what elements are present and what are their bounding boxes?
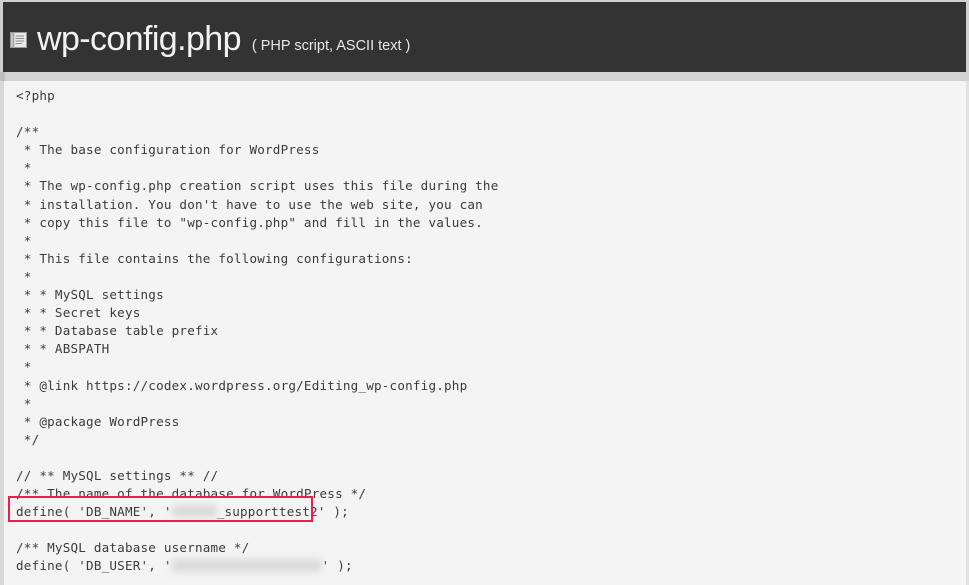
code-line: /** xyxy=(16,124,40,140)
code-line: * xyxy=(16,395,32,411)
code-line: /** MySQL database username */ xyxy=(16,540,250,556)
code-text: define( 'DB_NAME', ' xyxy=(16,504,172,520)
code-line: * * ABSPATH xyxy=(16,341,110,357)
code-text: define( 'DB_USER', ' xyxy=(16,558,172,574)
title-wrap: wp-config.php ( PHP script, ASCII text ) xyxy=(37,20,410,58)
code-line: /** The name of the database for WordPre… xyxy=(16,486,367,502)
code-line: * * Database table prefix xyxy=(16,323,219,339)
code-line: * * Secret keys xyxy=(16,305,141,321)
code-line: <?php xyxy=(16,88,55,103)
file-header: wp-config.php ( PHP script, ASCII text ) xyxy=(0,0,969,72)
code-text: ' ); xyxy=(321,558,353,574)
code-line: * The base configuration for WordPress xyxy=(16,142,320,158)
file-title: wp-config.php xyxy=(37,20,241,58)
code-line: */ xyxy=(16,431,40,447)
code-pane[interactable]: <?php /** * The base configuration for W… xyxy=(0,81,969,585)
file-type-meta: ( PHP script, ASCII text ) xyxy=(251,38,411,54)
code-line-db-name: define( 'DB_NAME', '[redacted]_supportte… xyxy=(16,503,499,521)
code-line: * This file contains the following confi… xyxy=(16,250,413,266)
code-line: * @package WordPress xyxy=(16,413,180,429)
code-line: * copy this file to "wp-config.php" and … xyxy=(16,214,483,230)
redacted-value: [redacted] xyxy=(171,505,217,518)
code-content: <?php /** * The base configuration for W… xyxy=(16,87,499,576)
code-line: * * MySQL settings xyxy=(16,287,164,303)
code-line: * xyxy=(16,232,32,248)
code-line-db-user: define( 'DB_USER', '[redacted]' ); xyxy=(16,557,499,575)
code-line: * xyxy=(16,268,32,284)
header-separator xyxy=(0,72,969,81)
code-line: * The wp-config.php creation script uses… xyxy=(16,178,499,194)
code-line: * @link https://codex.wordpress.org/Edit… xyxy=(16,377,468,393)
code-line: // ** MySQL settings ** // xyxy=(16,467,219,483)
code-line: * xyxy=(16,359,32,375)
redacted-value: [redacted] xyxy=(171,559,322,573)
code-line: * installation. You don't have to use th… xyxy=(16,196,483,212)
code-line: * xyxy=(16,160,32,176)
file-document-icon xyxy=(10,32,27,48)
file-viewer: wp-config.php ( PHP script, ASCII text )… xyxy=(0,0,969,585)
